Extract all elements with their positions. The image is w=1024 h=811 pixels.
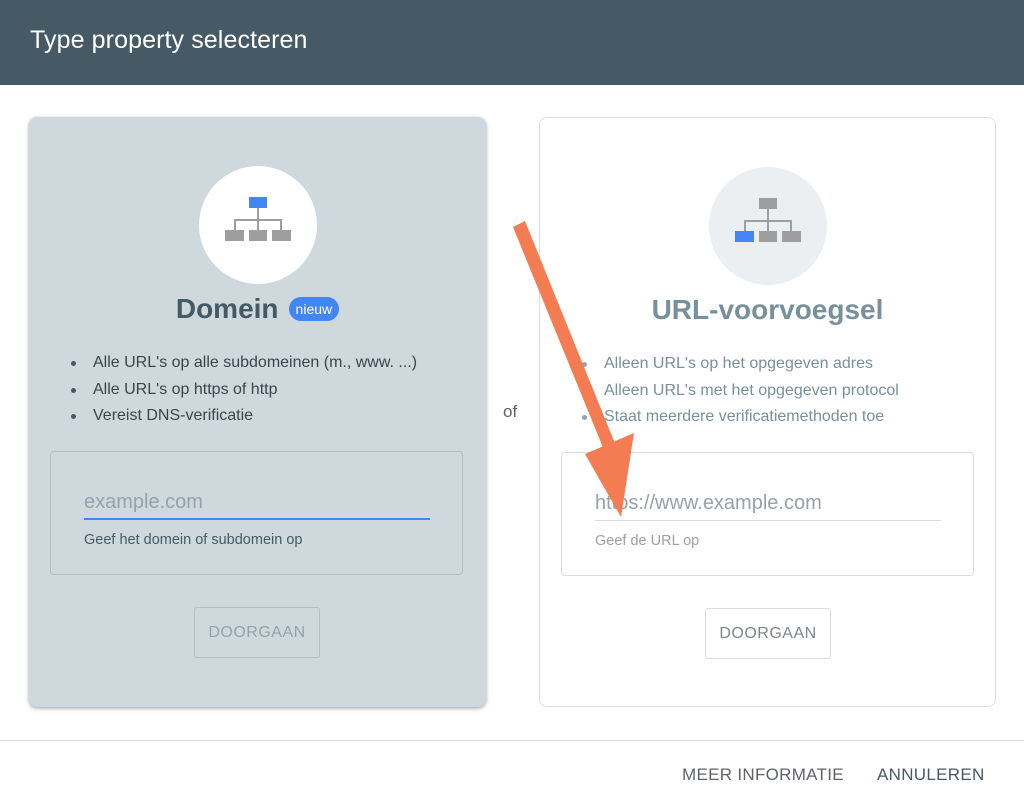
- url-icon-circle: [708, 167, 827, 285]
- dialog-title: Type property selecteren: [30, 26, 308, 54]
- sitemap-icon: [734, 198, 801, 242]
- domain-input[interactable]: [84, 486, 430, 520]
- property-type-dialog: Type property selecteren Domein nieuw Al…: [0, 0, 1024, 811]
- url-features: Alleen URL's op het opgegeven adres Alle…: [582, 351, 899, 431]
- domain-title-row: Domein nieuw: [29, 289, 486, 329]
- url-input-box: Geef de URL op: [561, 452, 974, 576]
- more-info-button[interactable]: MEER INFORMATIE: [682, 765, 844, 785]
- domain-feature-item: Vereist DNS-verificatie: [71, 403, 417, 430]
- url-title-row: URL-voorvoegsel: [540, 290, 995, 330]
- footer-divider: [0, 740, 1024, 741]
- domain-continue-button[interactable]: DOORGAAN: [194, 607, 320, 658]
- url-feature-item: Alleen URL's op het opgegeven adres: [582, 351, 899, 378]
- url-title: URL-voorvoegsel: [651, 294, 884, 325]
- new-badge: nieuw: [288, 297, 340, 321]
- url-input[interactable]: [595, 487, 941, 521]
- domain-input-box: Geef het domein of subdomein op: [50, 451, 463, 575]
- domain-feature-item: Alle URL's op alle subdomeinen (m., www.…: [71, 350, 417, 377]
- url-helper-text: Geef de URL op: [595, 533, 700, 549]
- domain-helper-text: Geef het domein of subdomein op: [84, 532, 303, 548]
- domain-title: Domein: [175, 293, 279, 324]
- or-separator: of: [503, 402, 518, 421]
- url-feature-item: Staat meerdere verificatiemethoden toe: [582, 404, 899, 431]
- domain-card[interactable]: Domein nieuw Alle URL's op alle subdomei…: [29, 117, 486, 707]
- url-feature-item: Alleen URL's met het opgegeven protocol: [582, 378, 899, 405]
- domain-feature-item: Alle URL's op https of http: [71, 377, 417, 404]
- domain-features: Alle URL's op alle subdomeinen (m., www.…: [71, 350, 417, 430]
- url-continue-button[interactable]: DOORGAAN: [705, 608, 831, 659]
- sitemap-icon: [224, 197, 291, 241]
- url-prefix-card[interactable]: URL-voorvoegsel Alleen URL's op het opge…: [539, 117, 996, 707]
- cancel-button[interactable]: ANNULEREN: [877, 765, 985, 785]
- domain-icon-circle: [198, 166, 317, 284]
- dialog-header: Type property selecteren: [0, 0, 1024, 85]
